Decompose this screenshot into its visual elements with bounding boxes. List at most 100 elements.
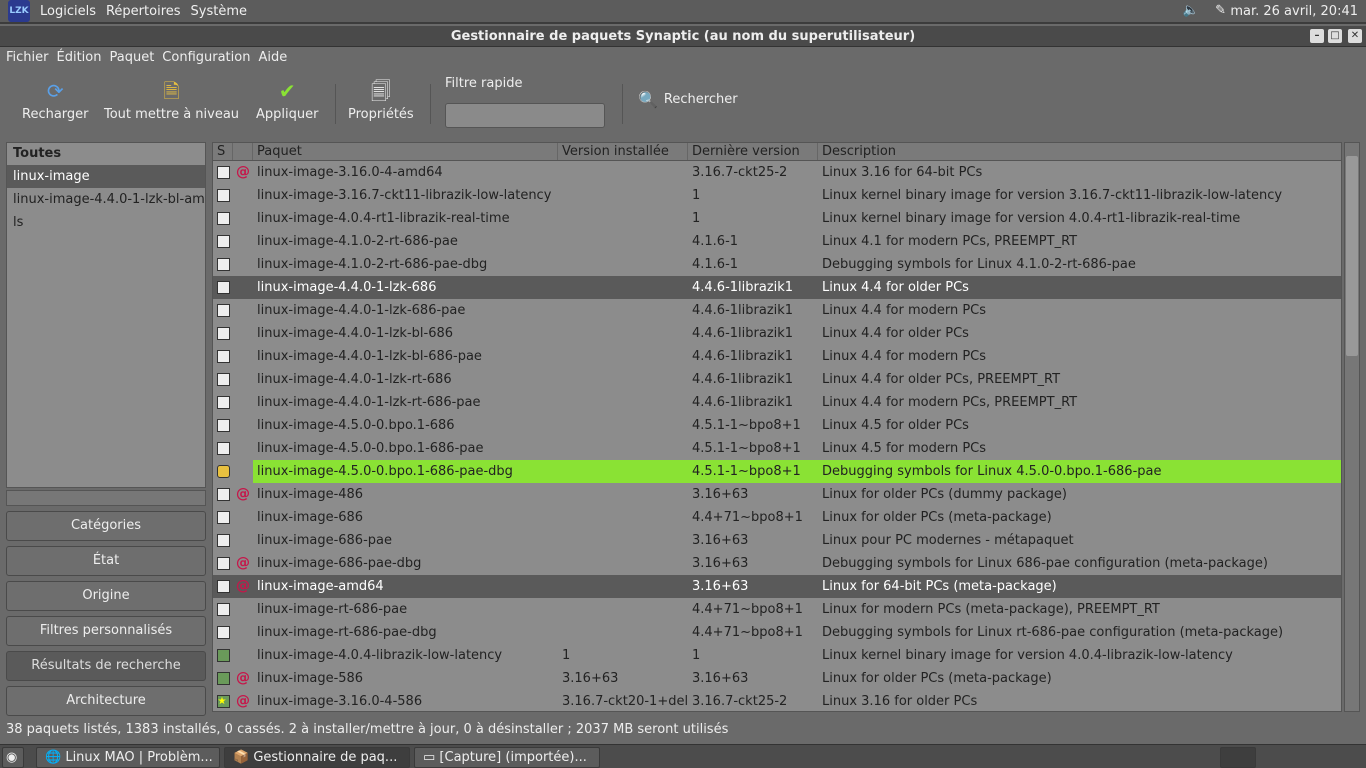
status-checkbox[interactable] [216,166,230,179]
package-row[interactable]: linux-image-rt-686-pae 4.4+71~bpo8+1 Lin… [213,598,1341,621]
status-checkbox[interactable] [216,442,230,455]
status-checkbox[interactable] [216,690,230,711]
package-row[interactable]: linux-image-4.4.0-1-lzk-bl-686-pae 4.4.6… [213,345,1341,368]
status-checkbox[interactable] [216,626,230,639]
package-row[interactable]: linux-image-4.4.0-1-lzk-686-pae 4.4.6-1l… [213,299,1341,322]
status-cell[interactable] [213,184,233,207]
architecture-button[interactable]: Architecture [6,686,206,716]
status-cell[interactable] [213,322,233,345]
package-row[interactable]: @ linux-image-586 3.16+63 3.16+63 Linux … [213,667,1341,690]
search-results-button[interactable]: Résultats de recherche [6,651,206,681]
status-checkbox[interactable] [216,350,230,363]
package-row[interactable]: linux-image-4.0.4-librazik-low-latency 1… [213,644,1341,667]
column-package[interactable]: Paquet [253,143,558,160]
status-cell[interactable] [213,230,233,253]
scrollbar-thumb[interactable] [1346,156,1358,356]
workspace-switcher[interactable] [1220,747,1256,768]
custom-filters-button[interactable]: Filtres personnalisés [6,616,206,646]
package-row[interactable]: linux-image-686 4.4+71~bpo8+1 Linux for … [213,506,1341,529]
status-cell[interactable] [213,506,233,529]
menu-logiciels[interactable]: Logiciels [40,4,96,19]
menu-edition[interactable]: Édition [57,48,102,68]
menu-paquet[interactable]: Paquet [109,48,154,68]
origin-button[interactable]: Origine [6,581,206,611]
status-cell[interactable] [213,391,233,414]
status-checkbox[interactable] [216,534,230,547]
status-cell[interactable] [213,414,233,437]
menu-systeme[interactable]: Système [191,4,247,19]
state-button[interactable]: État [6,546,206,576]
status-checkbox[interactable] [216,235,230,248]
show-desktop-button[interactable]: ◉ [2,747,24,768]
status-checkbox[interactable] [216,511,230,524]
status-checkbox[interactable] [216,419,230,432]
filter-item[interactable]: linux-image-4.4.0-1-lzk-bl-amd64 [7,188,205,211]
filter-list-hscrollbar[interactable] [6,490,206,506]
upgrade-all-button[interactable]: 🗎 Tout mettre à niveau [104,78,239,122]
package-row[interactable]: linux-image-3.16.7-ckt11-librazik-low-la… [213,184,1341,207]
column-status[interactable]: S [213,143,233,160]
status-cell[interactable] [213,598,233,621]
package-row[interactable]: @ linux-image-3.16.0-4-586 3.16.7-ckt20-… [213,690,1341,711]
taskbar-item[interactable]: ▭ [Capture] (importée)... [414,747,600,768]
package-row[interactable]: linux-image-4.0.4-rt1-librazik-real-time… [213,207,1341,230]
reload-button[interactable]: ⟳ Recharger [22,78,89,122]
status-cell[interactable] [213,621,233,644]
package-row[interactable]: linux-image-4.1.0-2-rt-686-pae-dbg 4.1.6… [213,253,1341,276]
network-icon[interactable]: ✎ [1215,3,1226,18]
package-row[interactable]: linux-image-686-pae 3.16+63 Linux pour P… [213,529,1341,552]
status-checkbox[interactable] [216,649,230,662]
volume-icon[interactable]: 🔈 [1183,3,1199,18]
status-checkbox[interactable] [216,258,230,271]
column-installed-version[interactable]: Version installée [558,143,688,160]
menu-configuration[interactable]: Configuration [162,48,250,68]
status-cell[interactable] [213,345,233,368]
package-row[interactable]: linux-image-4.1.0-2-rt-686-pae 4.1.6-1 L… [213,230,1341,253]
status-cell[interactable] [213,460,233,483]
apply-button[interactable]: ✔ Appliquer [256,78,318,122]
package-row[interactable]: linux-image-4.4.0-1-lzk-rt-686-pae 4.4.6… [213,391,1341,414]
status-cell[interactable] [213,690,233,711]
clock[interactable]: mar. 26 avril, 20:41 [1230,4,1358,19]
package-row[interactable]: linux-image-4.5.0-0.bpo.1-686-pae-dbg 4.… [213,460,1341,483]
status-checkbox[interactable] [216,557,230,570]
package-row[interactable]: linux-image-4.4.0-1-lzk-rt-686 4.4.6-1li… [213,368,1341,391]
close-button[interactable]: ✕ [1348,29,1362,43]
status-checkbox[interactable] [216,488,230,501]
status-cell[interactable] [213,667,233,690]
search-button[interactable]: 🔍 Rechercher [638,90,738,109]
taskbar-item[interactable]: 🌐 Linux MAO | Problèm... [36,747,220,768]
status-checkbox[interactable] [216,580,230,593]
column-description[interactable]: Description [818,143,1341,160]
taskbar-item[interactable]: 📦 Gestionnaire de paq... [224,747,410,768]
status-cell[interactable] [213,276,233,299]
status-cell[interactable] [213,575,233,598]
package-row[interactable]: @ linux-image-686-pae-dbg 3.16+63 Debugg… [213,552,1341,575]
status-cell[interactable] [213,437,233,460]
status-checkbox[interactable] [216,327,230,340]
status-cell[interactable] [213,529,233,552]
column-support[interactable] [233,143,253,160]
status-cell[interactable] [213,207,233,230]
menu-repertoires[interactable]: Répertoires [106,4,181,19]
status-cell[interactable] [213,552,233,575]
status-cell[interactable] [213,368,233,391]
status-checkbox[interactable] [216,304,230,317]
properties-button[interactable]: 🗐 Propriétés [348,78,414,122]
package-row[interactable]: @ linux-image-3.16.0-4-amd64 3.16.7-ckt2… [213,161,1341,184]
status-checkbox[interactable] [216,281,230,294]
status-checkbox[interactable] [216,373,230,386]
column-latest-version[interactable]: Dernière version [688,143,818,160]
filter-list-header[interactable]: Toutes [7,143,205,165]
categories-button[interactable]: Catégories [6,511,206,541]
status-cell[interactable] [213,253,233,276]
minimize-button[interactable]: – [1310,29,1324,43]
status-checkbox[interactable] [216,465,230,478]
menu-aide[interactable]: Aide [258,48,287,68]
package-row[interactable]: linux-image-4.4.0-1-lzk-686 4.4.6-1libra… [213,276,1341,299]
status-checkbox[interactable] [216,212,230,225]
librazik-logo-icon[interactable]: LZK [8,0,30,22]
package-row[interactable]: linux-image-4.5.0-0.bpo.1-686 4.5.1-1~bp… [213,414,1341,437]
status-checkbox[interactable] [216,603,230,616]
package-row[interactable]: @ linux-image-amd64 3.16+63 Linux for 64… [213,575,1341,598]
